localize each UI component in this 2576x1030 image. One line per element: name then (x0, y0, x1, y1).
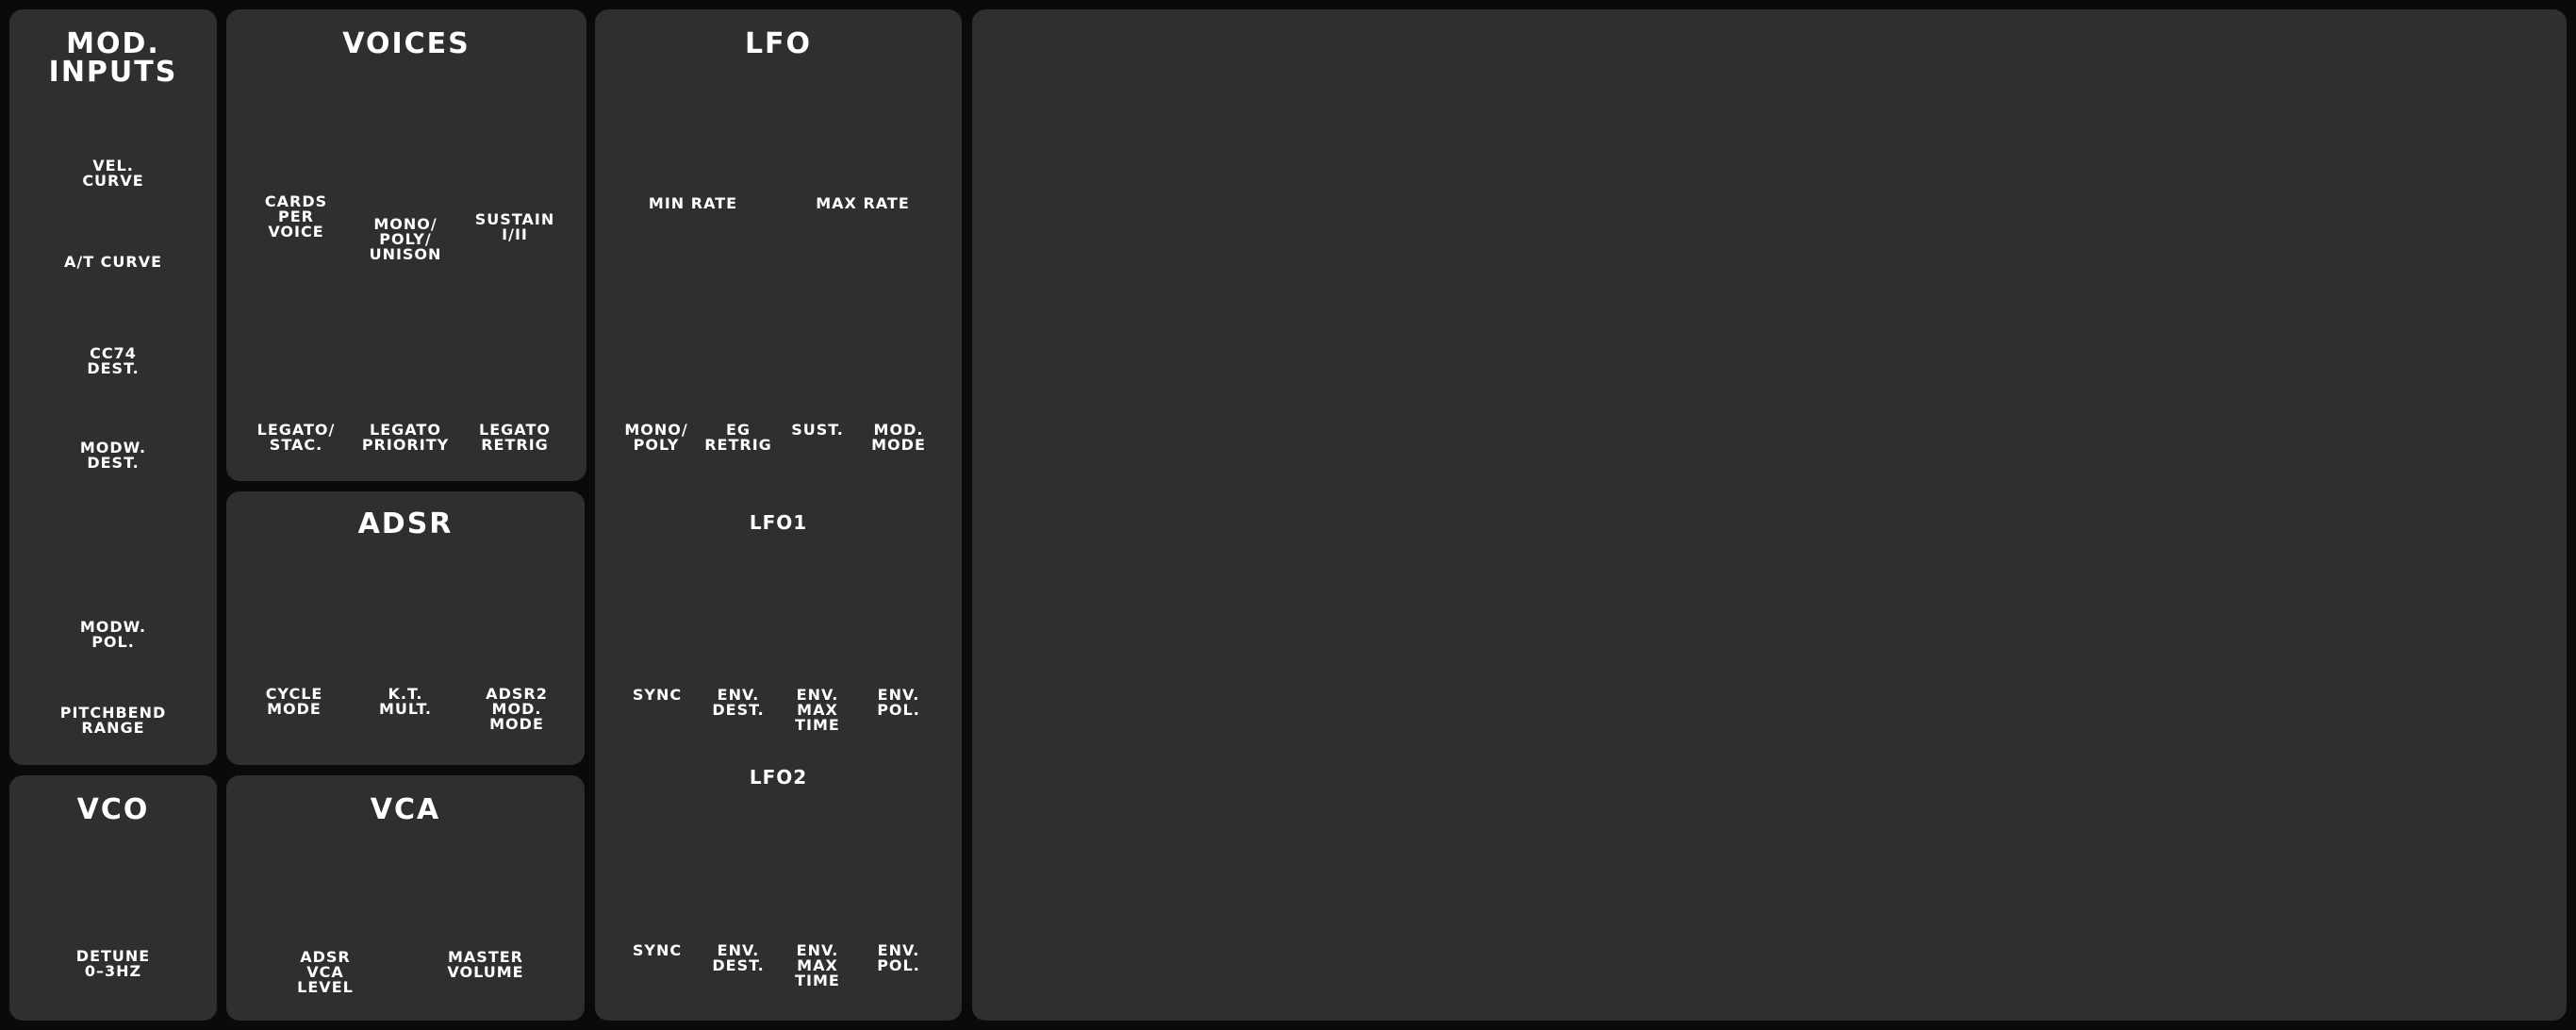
eg-retrig-label: EG RETRIG (704, 421, 772, 454)
cards-per-voice-label: CARDS PER VOICE (264, 192, 328, 241)
lfo1-env-max-time-label: ENV. MAX TIME (795, 686, 840, 734)
legato-retrig-label: LEGATO RETRIG (479, 421, 551, 454)
adsr2-mod-mode-label: ADSR2 MOD. MODE (486, 685, 548, 733)
lfo2-sync-label: SYNC (632, 941, 683, 959)
lfo1-env-dest-label: ENV. DEST. (712, 686, 765, 719)
lfo1-title: LFO1 (749, 511, 808, 534)
lfo2-env-dest-label: ENV. DEST. (712, 941, 765, 974)
cc74-dest-label: CC74 DEST. (87, 344, 140, 377)
vel-curve-label: VEL. CURVE (82, 157, 144, 190)
legato-stac-label: LEGATO/ STAC. (256, 421, 336, 454)
at-curve-label: A/T CURVE (63, 253, 163, 271)
lfo-title: LFO (744, 27, 813, 60)
lfo2-env-pol-label: ENV. POL. (877, 941, 920, 974)
lfo1-env-pol-label: ENV. POL. (877, 686, 920, 719)
pitchbend-range-label: PITCHBEND RANGE (59, 704, 167, 737)
main-display-panel (972, 9, 2567, 1021)
adsr-vca-level-label: ADSR VCA LEVEL (297, 948, 354, 996)
lfo1-sync-label: SYNC (632, 686, 683, 704)
vco-title: VCO (76, 793, 150, 826)
kt-mult-label: K.T. MULT. (378, 685, 433, 718)
mod-inputs-panel: MOD. INPUTS VEL. CURVE A/T CURVE CC74 DE… (9, 9, 217, 765)
vco-panel: VCO DETUNE 0–3HZ (9, 775, 217, 1021)
legato-priority-label: LEGATO PRIORITY (361, 421, 450, 454)
voices-panel: VOICES CARDS PER VOICE MONO/ POLY/ UNISO… (226, 9, 586, 481)
sustain-label: SUSTAIN I/II (474, 210, 555, 243)
cycle-mode-label: CYCLE MODE (265, 685, 323, 718)
sust-label: SUST. (791, 421, 844, 439)
voices-title: VOICES (342, 27, 471, 60)
lfo2-title: LFO2 (749, 766, 808, 789)
lfo-panel: LFO MIN RATE MAX RATE MONO/ POLY EG RETR… (595, 9, 962, 1021)
max-rate-label: MAX RATE (816, 194, 910, 212)
mono-poly-unison-label: MONO/ POLY/ UNISON (369, 215, 442, 263)
master-volume-label: MASTER VOLUME (447, 948, 524, 981)
detune-label: DETUNE 0–3HZ (75, 947, 151, 980)
adsr-title: ADSR (357, 507, 454, 540)
vca-panel: VCA ADSR VCA LEVEL MASTER VOLUME (226, 775, 585, 1021)
vca-title: VCA (370, 793, 441, 826)
mod-mode-label: MOD. MODE (871, 421, 926, 454)
mod-inputs-title: MOD. INPUTS (48, 27, 178, 89)
adsr-panel: ADSR CYCLE MODE K.T. MULT. ADSR2 MOD. MO… (226, 491, 585, 765)
min-rate-label: MIN RATE (648, 194, 738, 212)
lfo-mono-poly-label: MONO/ POLY (624, 421, 688, 454)
modw-pol-label: MODW. POL. (79, 618, 147, 651)
modw-dest-label: MODW. DEST. (79, 439, 147, 472)
lfo2-env-max-time-label: ENV. MAX TIME (795, 941, 840, 989)
